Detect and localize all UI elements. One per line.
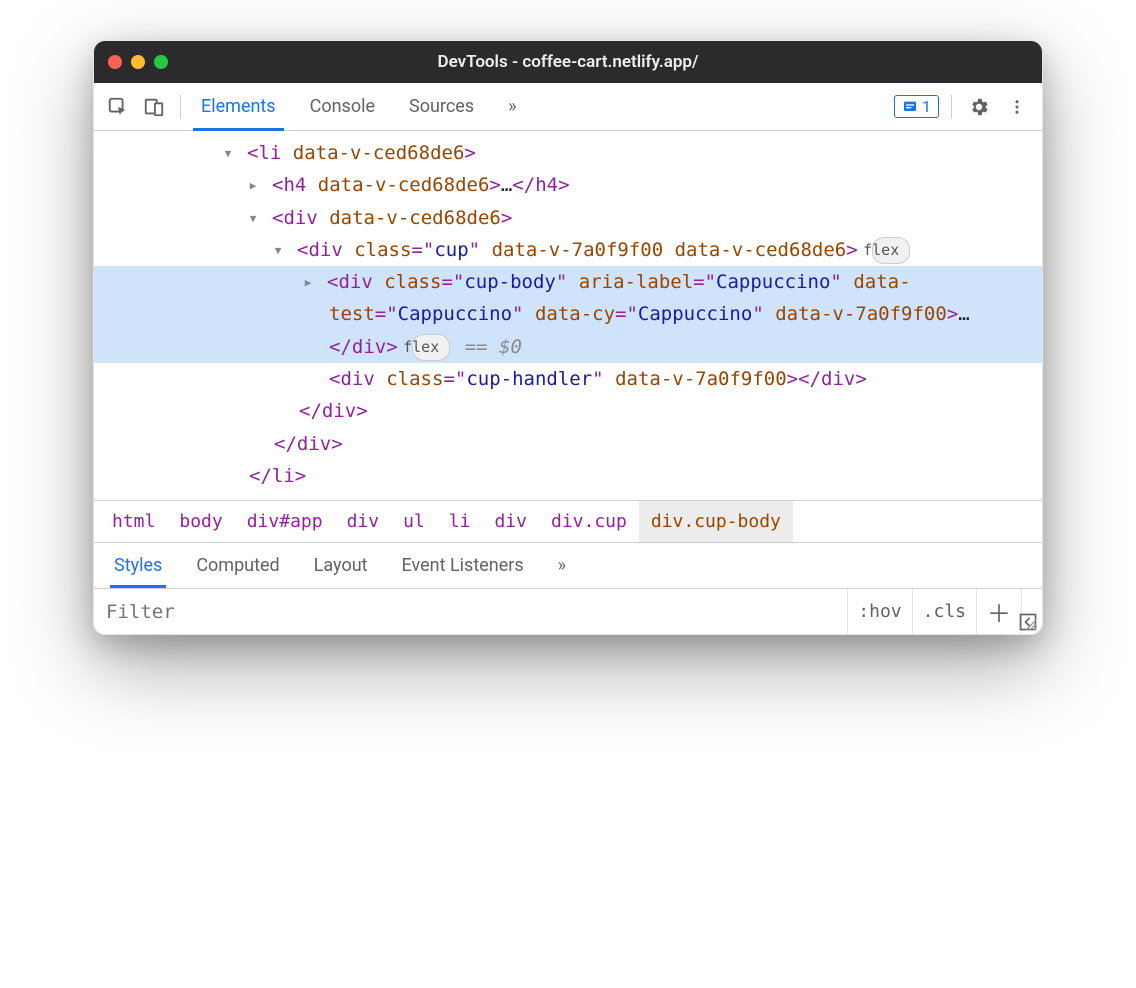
hov-toggle[interactable]: :hov (847, 589, 911, 634)
traffic-lights (108, 55, 168, 69)
breadcrumbs: html body div#app div ul li div div.cup … (94, 500, 1042, 542)
flex-badge[interactable]: flex (412, 334, 450, 362)
titlebar: DevTools - coffee-cart.netlify.app/ (94, 41, 1042, 83)
flex-badge[interactable]: flex (872, 237, 910, 265)
subtab-layout[interactable]: Layout (300, 543, 382, 588)
dom-node-li[interactable]: <li data-v-ced68de6> (94, 137, 1042, 169)
crumb-div-app[interactable]: div#app (235, 501, 335, 542)
new-style-rule-button[interactable]: ＋ (976, 589, 1021, 634)
dom-close-li[interactable]: </li> (94, 460, 1042, 492)
subtab-computed[interactable]: Computed (182, 543, 293, 588)
device-toggle-icon[interactable] (140, 93, 168, 121)
crumb-div-cup-body[interactable]: div.cup-body (639, 501, 793, 542)
dom-close-div[interactable]: </div> (94, 395, 1042, 427)
subtab-styles[interactable]: Styles (100, 543, 176, 588)
dom-tree[interactable]: <li data-v-ced68de6> <h4 data-v-ced68de6… (94, 131, 1042, 500)
inspect-icon[interactable] (104, 93, 132, 121)
styles-tabs: Styles Computed Layout Event Listeners » (94, 542, 1042, 588)
crumb-div2[interactable]: div (482, 501, 539, 542)
issues-badge[interactable]: 1 (894, 95, 939, 118)
crumb-div-cup[interactable]: div.cup (539, 501, 639, 542)
separator (951, 95, 952, 119)
more-icon[interactable] (1002, 98, 1032, 116)
subtabs-overflow[interactable]: » (544, 543, 580, 588)
separator (180, 95, 181, 119)
panel-tabs: Elements Console Sources » (193, 83, 525, 130)
console-ref: == $0 (465, 336, 522, 358)
tab-console[interactable]: Console (302, 83, 383, 130)
styles-filter-bar: :hov .cls ＋ (94, 588, 1042, 634)
main-toolbar: Elements Console Sources » 1 (94, 83, 1042, 131)
crumb-li[interactable]: li (437, 501, 483, 542)
settings-icon[interactable] (964, 96, 994, 118)
tab-elements[interactable]: Elements (193, 83, 284, 130)
dom-node-cup-body-selected[interactable]: <div class="cup-body" aria-label="Cappuc… (94, 266, 1042, 363)
tab-sources[interactable]: Sources (401, 83, 482, 130)
tabs-overflow[interactable]: » (500, 83, 524, 130)
crumb-div[interactable]: div (335, 501, 392, 542)
crumb-ul[interactable]: ul (391, 501, 437, 542)
resize-handle-icon[interactable] (1024, 618, 1038, 632)
issues-count: 1 (922, 97, 931, 116)
devtools-window: DevTools - coffee-cart.netlify.app/ Elem… (93, 40, 1043, 635)
minimize-icon[interactable] (131, 55, 145, 69)
dom-close-div[interactable]: </div> (94, 428, 1042, 460)
crumb-body[interactable]: body (167, 501, 234, 542)
dom-node-div[interactable]: <div data-v-ced68de6> (94, 202, 1042, 234)
dom-node-h4[interactable]: <h4 data-v-ced68de6>…</h4> (94, 169, 1042, 201)
crumb-html[interactable]: html (100, 501, 167, 542)
close-icon[interactable] (108, 55, 122, 69)
styles-filter-input[interactable] (94, 589, 847, 634)
cls-toggle[interactable]: .cls (912, 589, 976, 634)
subtab-event-listeners[interactable]: Event Listeners (388, 543, 538, 588)
window-title: DevTools - coffee-cart.netlify.app/ (94, 52, 1042, 72)
zoom-icon[interactable] (154, 55, 168, 69)
dom-node-cup-handler[interactable]: <div class="cup-handler" data-v-7a0f9f00… (94, 363, 1042, 395)
dom-node-cup[interactable]: <div class="cup" data-v-7a0f9f00 data-v-… (94, 234, 1042, 266)
